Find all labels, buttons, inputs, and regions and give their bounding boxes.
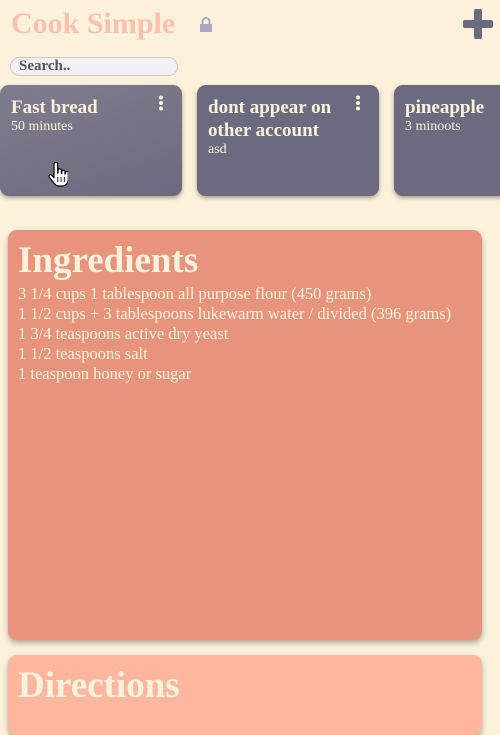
ingredients-heading: Ingredients bbox=[18, 240, 199, 281]
ingredient-item: 3 1/4 cups 1 tablespoon all purpose flou… bbox=[18, 284, 372, 303]
lock-icon bbox=[199, 17, 213, 38]
recipe-title: Fast bread bbox=[11, 97, 98, 118]
more-vertical-icon[interactable] bbox=[355, 95, 361, 116]
recipe-subtitle: 3 minoots bbox=[405, 119, 461, 134]
search-input[interactable] bbox=[10, 57, 178, 76]
recipe-title: dont appear on other account bbox=[208, 97, 332, 141]
recipe-card-dont-appear[interactable]: dont appear on other account asd bbox=[197, 85, 379, 196]
directions-heading: Directions bbox=[18, 665, 180, 706]
ingredient-item: 1 3/4 teaspoons active dry yeast bbox=[18, 324, 229, 343]
plus-icon bbox=[463, 9, 493, 39]
recipe-card-fast-bread[interactable]: Fast bread 50 minutes bbox=[0, 85, 182, 196]
ingredient-item: 1 teaspoon honey or sugar bbox=[18, 364, 192, 383]
directions-panel: Directions bbox=[8, 655, 482, 735]
recipe-subtitle: 50 minutes bbox=[11, 119, 73, 134]
add-recipe-button[interactable] bbox=[463, 9, 493, 44]
more-vertical-icon[interactable] bbox=[158, 95, 164, 116]
recipe-title: pineapple bbox=[405, 97, 485, 118]
recipe-subtitle: asd bbox=[208, 142, 227, 157]
ingredients-panel: Ingredients 3 1/4 cups 1 tablespoon all … bbox=[8, 230, 482, 640]
recipe-card-pineapple[interactable]: pineapple 3 minoots bbox=[394, 85, 500, 196]
ingredients-list: 3 1/4 cups 1 tablespoon all purpose flou… bbox=[18, 284, 472, 384]
app-title: Cook Simple bbox=[11, 7, 176, 40]
ingredient-item: 1 1/2 cups + 3 tablespoons lukewarm wate… bbox=[18, 304, 452, 323]
hand-pointer-icon bbox=[48, 161, 69, 193]
ingredient-item: 1 1/2 teaspoons salt bbox=[18, 344, 148, 363]
